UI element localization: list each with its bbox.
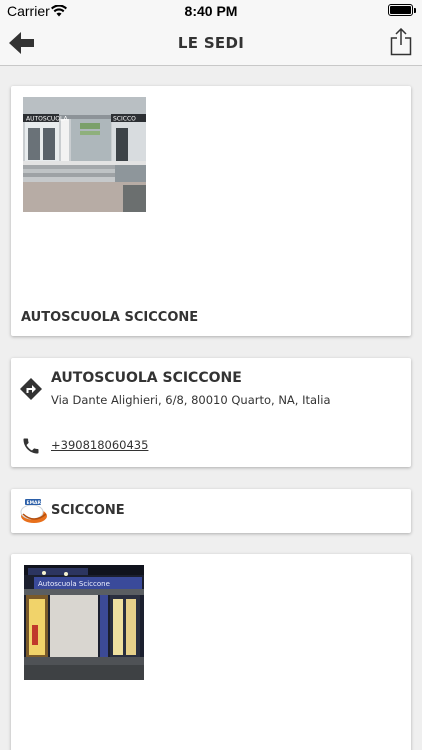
directions-icon[interactable] — [19, 377, 43, 401]
contact-card: AUTOSCUOLA SCICCONE Via Dante Alighieri,… — [11, 358, 411, 467]
night-storefront-photo: Autoscuola Sciccone — [24, 565, 144, 680]
emar-logo: EMAR — [19, 496, 49, 526]
location-card[interactable]: AUTOSCUOLA SCICCO AUTOSCUOLA SCICCONE — [11, 86, 411, 336]
svg-text:AUTOSCUOLA: AUTOSCUOLA — [26, 116, 68, 123]
brand-row[interactable]: EMAR SCICCONE — [11, 489, 411, 533]
address-text[interactable]: Via Dante Alighieri, 6/8, 80010 Quarto, … — [51, 393, 331, 407]
phone-icon[interactable] — [21, 436, 41, 456]
svg-text:SCICCO: SCICCO — [113, 116, 136, 123]
svg-text:EMAR: EMAR — [27, 500, 42, 506]
page-title: LE SEDI — [177, 34, 245, 52]
svg-text:Autoscuola Sciccone: Autoscuola Sciccone — [38, 580, 110, 588]
location-caption: AUTOSCUOLA SCICCONE — [21, 310, 199, 325]
school-name: AUTOSCUOLA SCICCONE — [51, 370, 242, 386]
share-icon[interactable] — [390, 27, 412, 56]
second-location-card[interactable]: Autoscuola Sciccone — [11, 554, 411, 750]
phone-link[interactable]: +390818060435 — [51, 438, 148, 452]
status-bar: Carrier 8:40 PM — [0, 0, 422, 22]
nav-bar: LE SEDI — [0, 22, 422, 66]
battery-icon — [388, 4, 416, 16]
storefront-photo: AUTOSCUOLA SCICCO — [23, 97, 146, 212]
brand-label: SCICCONE — [51, 503, 125, 518]
clock: 8:40 PM — [184, 3, 238, 19]
